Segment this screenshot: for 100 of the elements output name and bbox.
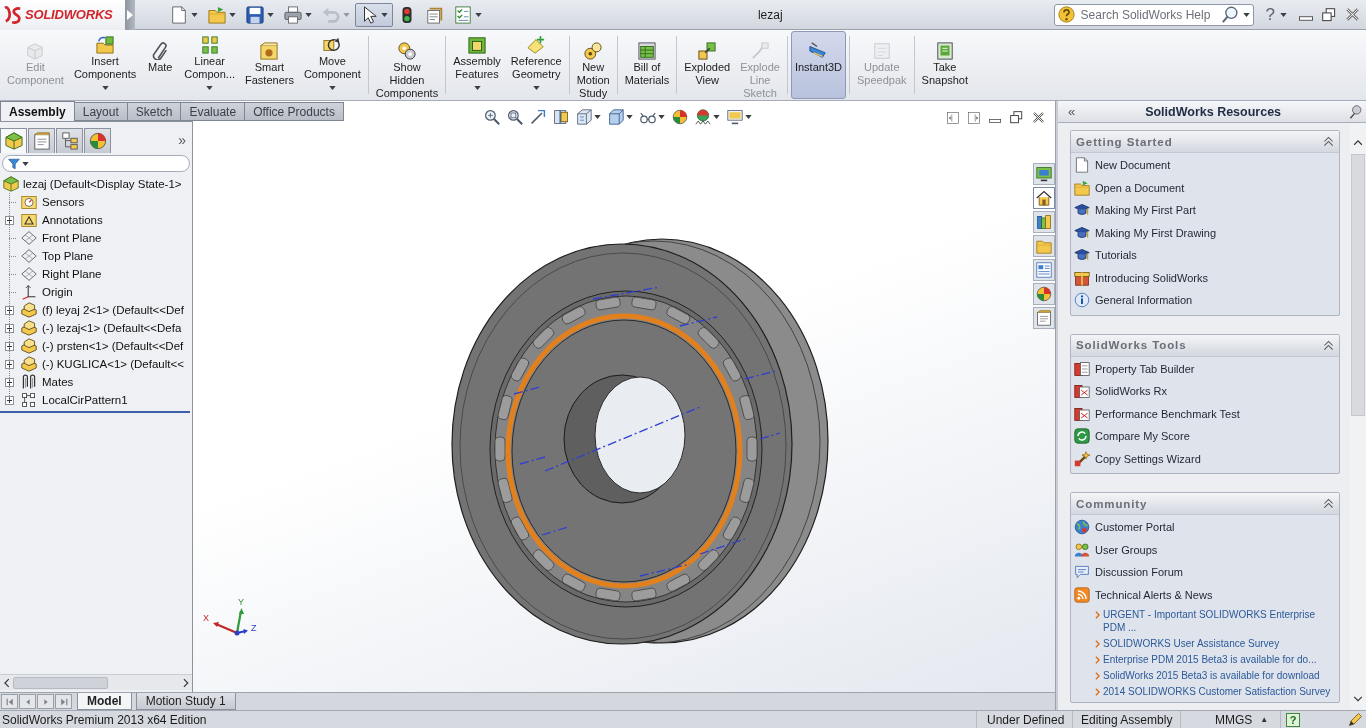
panel-tab[interactable] [56, 128, 83, 153]
caret-icon[interactable] [101, 86, 109, 90]
resource-link[interactable]: Open a Document [1071, 176, 1339, 199]
resource-link[interactable]: Introducing SolidWorks [1071, 266, 1339, 289]
resource-link[interactable]: Property Tab Builder [1071, 357, 1339, 380]
double-chevron-up-icon[interactable] [1323, 136, 1334, 147]
resource-link[interactable]: General Information [1071, 289, 1339, 312]
task-pane-tab[interactable] [1033, 211, 1055, 233]
double-chevron-up-icon[interactable] [1323, 339, 1334, 351]
caret-icon[interactable] [229, 12, 236, 17]
command-button[interactable]: Show Hidden Components [371, 31, 443, 99]
command-button[interactable]: Bill of Materials [620, 31, 674, 99]
tree-item[interactable]: (-) lezaj<1> (Default<<Defa [0, 319, 192, 337]
scene-icon[interactable] [695, 109, 711, 125]
ribbon-tab[interactable]: Layout [73, 102, 128, 121]
tree-item[interactable]: Mates [0, 373, 192, 391]
tree-item[interactable]: (f) leyaj 2<1> (Default<<Def [0, 301, 192, 319]
task-pane-tab[interactable] [1033, 307, 1055, 329]
tree-item[interactable]: (-) prsten<1> (Default<<Def [0, 337, 192, 355]
monitor-icon[interactable] [727, 109, 743, 125]
ribbon-tab[interactable]: Sketch [126, 102, 182, 121]
news-link[interactable]: 2014 SOLIDWORKS Customer Satisfaction Survey [1071, 683, 1339, 699]
command-button[interactable]: Move Component [299, 31, 365, 99]
command-button[interactable]: Mate [142, 31, 179, 99]
command-button[interactable]: Exploded View [680, 31, 735, 99]
close-icon[interactable] [1345, 7, 1360, 22]
units-button[interactable]: ▲ [1260, 715, 1269, 724]
caret-icon[interactable] [381, 12, 388, 17]
news-link[interactable]: Enterprise PDM 2015 Beta3 is available for do... [1071, 651, 1339, 667]
news-link[interactable]: URGENT - Important SOLIDWORKS Enterprise PDM ... [1071, 606, 1339, 635]
pin-icon[interactable] [1349, 104, 1363, 119]
caret-icon[interactable] [206, 86, 214, 90]
help-button[interactable]: ? [1263, 4, 1289, 25]
command-button[interactable]: New Motion Study [572, 31, 614, 99]
restore-icon[interactable] [1010, 111, 1023, 124]
resource-link[interactable]: Customer Portal [1071, 516, 1339, 539]
expand-icon[interactable] [5, 377, 14, 387]
restore-icon[interactable] [1322, 7, 1336, 22]
minimize-icon[interactable] [1299, 16, 1313, 21]
vertical-scrollbar[interactable] [1350, 123, 1366, 710]
search-field[interactable]: Search SolidWorks Help [1053, 3, 1254, 26]
panel-tab[interactable] [0, 128, 27, 153]
caret-icon[interactable] [1280, 12, 1287, 17]
horizontal-scrollbar[interactable] [0, 674, 192, 690]
pencil-icon[interactable] [1348, 712, 1363, 727]
command-button[interactable]: Instant3D [790, 31, 846, 99]
ribbon-tab[interactable]: Office Products [244, 102, 344, 121]
ribbon-tab[interactable]: Evaluate [180, 102, 246, 121]
caret-icon[interactable] [532, 86, 540, 90]
tile-icon[interactable] [968, 111, 980, 124]
quick-tips-button[interactable]: ? [1286, 712, 1300, 727]
caret-icon[interactable] [745, 115, 752, 119]
caret-icon[interactable] [305, 12, 312, 17]
color-wheel-icon[interactable] [672, 109, 688, 125]
resource-link[interactable]: Tutorials [1071, 244, 1339, 267]
tree-item[interactable]: LocalCirPattern1 [0, 391, 192, 409]
nav-button[interactable] [55, 694, 72, 709]
section-view-icon[interactable] [553, 109, 569, 125]
news-link[interactable]: SOLIDWORKS User Assistance Survey [1071, 635, 1339, 651]
task-pane-tab[interactable] [1033, 283, 1055, 305]
panel-tab[interactable] [28, 128, 55, 153]
menu-flyout-tab[interactable] [125, 0, 135, 30]
minimize-icon[interactable] [989, 119, 1001, 123]
tree-item[interactable]: Sensors [0, 193, 192, 211]
caret-icon[interactable] [475, 12, 482, 17]
ribbon-tab[interactable]: Assembly [0, 101, 75, 121]
tile-icon[interactable] [947, 111, 959, 124]
caret-icon[interactable] [191, 12, 198, 17]
task-pane-tab[interactable] [1033, 163, 1055, 185]
expand-icon[interactable] [5, 341, 14, 351]
zoom-area-icon[interactable] [507, 109, 523, 125]
chevron-right-icon[interactable] [182, 677, 189, 688]
caret-icon[interactable] [473, 86, 481, 90]
caret-icon[interactable] [22, 161, 29, 166]
model-tab[interactable]: Model [77, 693, 132, 710]
nav-button[interactable] [1, 694, 18, 709]
expand-icon[interactable] [5, 395, 14, 405]
resource-link[interactable]: Making My First Part [1071, 199, 1339, 222]
toolbar-button[interactable] [355, 2, 393, 27]
resource-link[interactable]: Copy Settings Wizard [1071, 447, 1339, 470]
resource-link[interactable]: Technical Alerts & News [1071, 583, 1339, 606]
close-icon[interactable] [1032, 111, 1045, 124]
chevron-down-icon[interactable] [1353, 695, 1363, 702]
command-button[interactable]: Smart Fasteners [241, 31, 298, 99]
arrow-icon[interactable] [530, 109, 546, 125]
caret-icon[interactable] [594, 115, 601, 119]
double-chevron-up-icon[interactable] [1323, 498, 1334, 509]
resource-link[interactable]: Performance Benchmark Test [1071, 402, 1339, 425]
expand-icon[interactable] [5, 215, 14, 225]
resource-link[interactable]: User Groups [1071, 538, 1339, 561]
command-button[interactable]: Linear Compon... [180, 31, 239, 99]
collapse-button[interactable]: « [1066, 104, 1078, 119]
resource-link[interactable]: SolidWorks Rx [1071, 380, 1339, 403]
resource-link[interactable]: Making My First Drawing [1071, 221, 1339, 244]
expand-icon[interactable] [5, 323, 14, 333]
expand-icon[interactable] [5, 359, 14, 369]
zoom-icon[interactable] [484, 109, 500, 125]
caret-icon[interactable] [713, 115, 720, 119]
tree-item[interactable]: lezaj (Default<Display State-1> [0, 175, 192, 193]
caret-icon[interactable] [1242, 12, 1250, 17]
